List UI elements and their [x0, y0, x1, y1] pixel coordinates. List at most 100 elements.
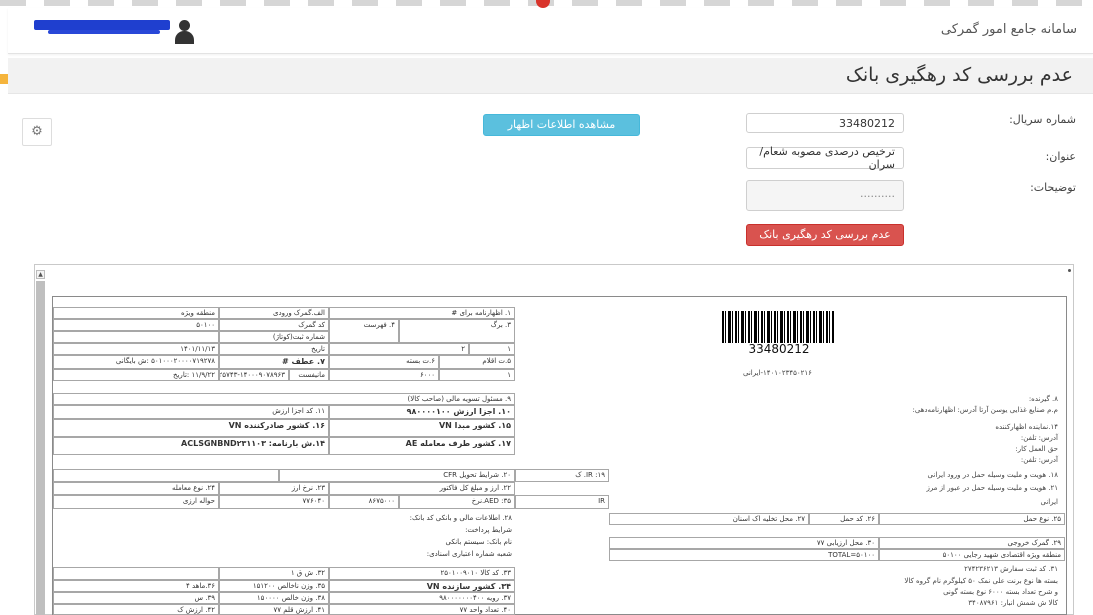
cell: ۳۶.ماهد ۴: [53, 580, 219, 592]
cell: شرایط پرداخت:: [465, 526, 512, 534]
barcode-number: 33480212: [748, 342, 810, 356]
cell: ۱۱/۹/۲۲ :تاریخ: [53, 369, 219, 381]
cell: ۱۷. کشور طرف معامله AE: [329, 437, 515, 455]
cell: ۲۳. نرخ ارز: [219, 482, 329, 495]
side-tab-marker[interactable]: [0, 74, 8, 84]
doc-line: م.م صنایع غذایی یوسن آرتا آدرس: اظهارنام…: [912, 406, 1058, 414]
cell: ۱۴۰۱/۱۱/۱۳: [53, 343, 219, 355]
cell: نام بانک: سیستم بانکی: [445, 538, 512, 546]
doc-line: ۱۸. هویت و ملیت وسیله حمل در ورود ایرانی: [927, 471, 1058, 479]
doc-line: ۸. گیرنده:: [1028, 395, 1058, 403]
subject-input[interactable]: ترخیص درصدی مصوبه شعام/ سران: [746, 145, 904, 171]
cell: ۱۶. کشور صادرکننده VN: [53, 419, 329, 437]
description-label: توضیحات:: [1030, 181, 1076, 194]
cell: ۴۱. ارزش قلم ۷۷: [219, 604, 329, 615]
user-name-redacted-underline: [48, 30, 160, 34]
cell: ۳۰. محل ارزیابی ۷۷: [609, 537, 879, 549]
cell: [53, 469, 279, 482]
cell: ۷. عطف #: [219, 355, 329, 369]
cell: ۳۲. ش ق ۱: [219, 567, 329, 580]
doc-line: بسته ها نوع برنت علی نمک ۵۰ کیلوگرم نام …: [904, 577, 1058, 585]
cell: ۳. برگ: [399, 319, 515, 343]
user-name-redacted[interactable]: [34, 20, 170, 30]
cell: [53, 567, 219, 580]
viewer-scrollbar[interactable]: [36, 281, 45, 615]
cell: ۵۰۱۰۰: [53, 319, 219, 331]
cell: ۳۷. رویه ۹۸۰۰۰۰۰۰۰۴۰۰: [329, 592, 515, 604]
cell: AED :۳۵.نرخ: [399, 495, 515, 509]
user-icon[interactable]: [174, 20, 194, 44]
cell: ۸۶۷۵۰۰۰: [329, 495, 399, 509]
cell: منطقه ویژه: [53, 307, 219, 319]
page-title: عدم بررسی کد رهگیری بانک: [845, 64, 1073, 86]
barcode-subtitle: ۱۴۰۱۰۲۳۴۵۰۲۱۶-ایرانی: [743, 369, 812, 377]
notification-marker: [536, 0, 550, 8]
page-title-bar: عدم بررسی کد رهگیری بانک: [8, 58, 1093, 94]
cell: ۶۰۰۰: [329, 369, 439, 381]
serial-label: شماره سریال:: [1009, 113, 1076, 126]
cell: حواله ارزی: [53, 495, 219, 509]
cell: ۲۴. نوع معامله: [53, 482, 219, 495]
doc-line: حق العمل کار:: [1015, 445, 1058, 453]
doc-line: ۲۱. هویت و ملیت وسیله حمل در عبور از مرز: [926, 484, 1058, 492]
cell: ۱۰. اجزا ارزش ۹۸۰۰۰۰۱۰۰: [329, 405, 515, 419]
chevron-up-icon[interactable]: ▲: [36, 270, 45, 279]
cell: ۱۵. کشور مبدا VN: [329, 419, 515, 437]
doc-line: ۳۱. کد ثبت سفارش ۲۷۴۲۳۶۲۱۳: [964, 565, 1058, 573]
cell: ۳۴. کشور سازنده VN: [329, 580, 515, 592]
doc-line: و شرح تعداد بسته ۶۰۰۰ نوع بسته گونی: [943, 588, 1058, 596]
description-textarea[interactable]: ..........: [746, 180, 904, 211]
cell: ۱: [439, 369, 515, 381]
cell: مانیفست: [289, 369, 329, 381]
cell: ۲۲. ارز و مبلغ کل فاکتور: [329, 482, 515, 495]
cell: ۱: [469, 343, 515, 355]
cell: ۴۰. تعداد واحد ۷۷: [329, 604, 515, 615]
cell: الف.گمرک ورودی: [219, 307, 329, 319]
cell: ۴. فهرست: [329, 319, 399, 343]
cell: ۳۹. س: [53, 592, 219, 604]
viewer-dot-marker: [1068, 269, 1071, 272]
cell: شماره ثبت(کوتاژ): [219, 331, 329, 343]
cell: ۲۸. اطلاعات مالی و بانکی کد بانک:: [409, 514, 512, 522]
cell: ۳۵. وزن ناخالص ۱۵۱۲۰۰: [219, 580, 329, 592]
cell: ۳۳. کد کالا ۲۵۰۱۰۰۹۰۱۰: [329, 567, 515, 580]
cell: IR: [515, 495, 609, 509]
gear-icon[interactable]: ⚙: [22, 118, 52, 146]
cell: ۲۵. نوع حمل: [879, 513, 1065, 525]
app-header: سامانه جامع امور گمرکی: [8, 8, 1093, 54]
cell: ۲۶. کد حمل: [809, 513, 879, 525]
cell: ۷۷۶۰۴۰: [219, 495, 329, 509]
barcode: [722, 311, 834, 343]
cell: ۲: [329, 343, 469, 355]
cell: ۱۱. کد اجزا ارزش: [53, 405, 329, 419]
doc-line: کالا ش شمش انبار: ۳۴۰۸۷۹۶۱: [968, 599, 1058, 607]
cell: ۲۷. محل تخلیه اک اسنان: [609, 513, 809, 525]
view-declaration-button[interactable]: مشاهده اطلاعات اظهار: [483, 114, 640, 136]
cell: ۵.ت اقلام: [439, 355, 515, 369]
cell: ۲۹. گمرک خروجی: [879, 537, 1065, 549]
cell: تاریخ: [219, 343, 329, 355]
cell: ۲۵۷۴۳-۱۴۰۰۰۹۰۷۸۹۶۳: [219, 369, 289, 381]
doc-line: ایرانی: [1040, 498, 1058, 506]
skip-bank-tracking-button[interactable]: عدم بررسی کد رهگیری بانک: [746, 224, 904, 246]
declaration-document: 33480212 ۱۴۰۱۰۲۳۴۵۰۲۱۶-ایرانی منطقه ویژه…: [52, 296, 1067, 615]
doc-line: آدرس: تلفن:: [1020, 434, 1058, 442]
doc-line: آدرس: تلفن:: [1020, 456, 1058, 464]
cell: [53, 331, 219, 343]
cell: IR :۱۹. ک: [515, 469, 609, 482]
cell: ۹. مسئول تسویه مالی (صاحب کالا): [53, 393, 515, 405]
cell: ۳۸. وزن خالص ۱۵۰۰۰۰: [219, 592, 329, 604]
cell: کد گمرک: [219, 319, 329, 331]
subject-label: عنوان:: [1045, 150, 1076, 163]
cell: ۶.ت بسته: [329, 355, 439, 369]
cell: ۴۲. ارزش ک: [53, 604, 219, 615]
cell: منطقه ویژه اقتصادی شهید رجایی ۵۰۱۰۰: [879, 549, 1065, 561]
doc-line: ۱۴.نماینده اظهارکننده: [995, 423, 1058, 431]
cell: شعبه شماره اعتباری اسنادی:: [426, 550, 512, 558]
cell: TOTAL=۵۰۱۰۰: [609, 549, 879, 561]
app-title: سامانه جامع امور گمرکی: [940, 22, 1077, 37]
cell: ۱. اظهارنامه برای #: [329, 307, 515, 319]
cell: ۱۴.ش بارنامه: ACLSGNBND۲۳۱۱۰۳: [53, 437, 329, 455]
cell: ۵۰۱۰۰۰۲۰۰۰۰۷۱۹۲۷۸ :ش بایگانی: [53, 355, 219, 369]
serial-input[interactable]: 33480212: [746, 113, 904, 133]
